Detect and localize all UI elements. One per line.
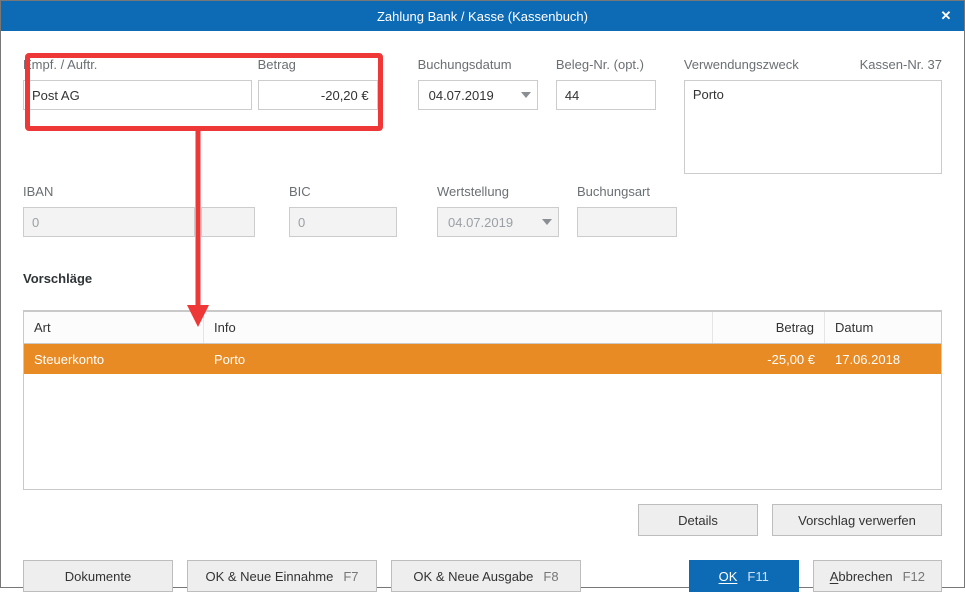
col-art[interactable]: Art — [24, 312, 204, 343]
documents-button[interactable]: Dokumente — [23, 560, 173, 592]
purpose-textarea[interactable] — [684, 80, 942, 174]
amount-label: Betrag — [258, 57, 378, 72]
col-betrag[interactable]: Betrag — [713, 312, 825, 343]
value-date-label: Wertstellung — [437, 184, 559, 199]
cell-art: Steuerkonto — [24, 352, 204, 367]
close-icon: ✕ — [941, 8, 952, 24]
bic-label: BIC — [289, 184, 397, 199]
purpose-label: Verwendungszweck — [684, 57, 799, 72]
register-no-label: Kassen-Nr. 37 — [860, 57, 942, 72]
col-datum[interactable]: Datum — [825, 312, 941, 343]
iban-label: IBAN — [23, 184, 195, 199]
ok-new-expense-button[interactable]: OK & Neue Ausgabe F8 — [391, 560, 581, 592]
iban-input-2 — [201, 207, 255, 237]
cell-datum: 17.06.2018 — [825, 352, 941, 367]
window-title: Zahlung Bank / Kasse (Kassenbuch) — [377, 9, 588, 24]
table-row[interactable]: Steuerkonto Porto -25,00 € 17.06.2018 — [24, 344, 941, 374]
booking-date-value: 04.07.2019 — [429, 88, 494, 103]
amount-input[interactable] — [258, 80, 378, 110]
cell-betrag: -25,00 € — [713, 352, 825, 367]
suggestions-table: Art Info Betrag Datum Steuerkonto Porto … — [23, 310, 942, 490]
bic-input — [289, 207, 397, 237]
table-header: Art Info Betrag Datum — [24, 312, 941, 344]
value-date-select: 04.07.2019 — [437, 207, 559, 237]
recipient-input[interactable] — [23, 80, 252, 110]
ok-button[interactable]: OK F11 — [689, 560, 799, 592]
suggestions-heading: Vorschläge — [23, 271, 942, 286]
recipient-label: Empf. / Auftr. — [23, 57, 252, 72]
chevron-down-icon — [521, 92, 531, 98]
iban-ext-label — [201, 184, 255, 199]
value-date-value: 04.07.2019 — [448, 215, 513, 230]
discard-suggestion-button[interactable]: Vorschlag verwerfen — [772, 504, 942, 536]
receipt-no-label: Beleg-Nr. (opt.) — [556, 57, 656, 72]
booking-date-select[interactable]: 04.07.2019 — [418, 80, 538, 110]
booking-type-input — [577, 207, 677, 237]
cancel-rest: bbrechen — [838, 569, 892, 584]
iban-input-1 — [23, 207, 195, 237]
chevron-down-icon — [542, 219, 552, 225]
cell-info: Porto — [204, 352, 713, 367]
titlebar: Zahlung Bank / Kasse (Kassenbuch) ✕ — [1, 1, 964, 31]
booking-type-label: Buchungsart — [577, 184, 677, 199]
col-info[interactable]: Info — [204, 312, 713, 343]
close-button[interactable]: ✕ — [928, 1, 964, 31]
receipt-no-input[interactable] — [556, 80, 656, 110]
cancel-button[interactable]: Abbrechen F12 — [813, 560, 942, 592]
ok-new-income-button[interactable]: OK & Neue Einnahme F7 — [187, 560, 377, 592]
booking-date-label: Buchungsdatum — [418, 57, 538, 72]
details-button[interactable]: Details — [638, 504, 758, 536]
